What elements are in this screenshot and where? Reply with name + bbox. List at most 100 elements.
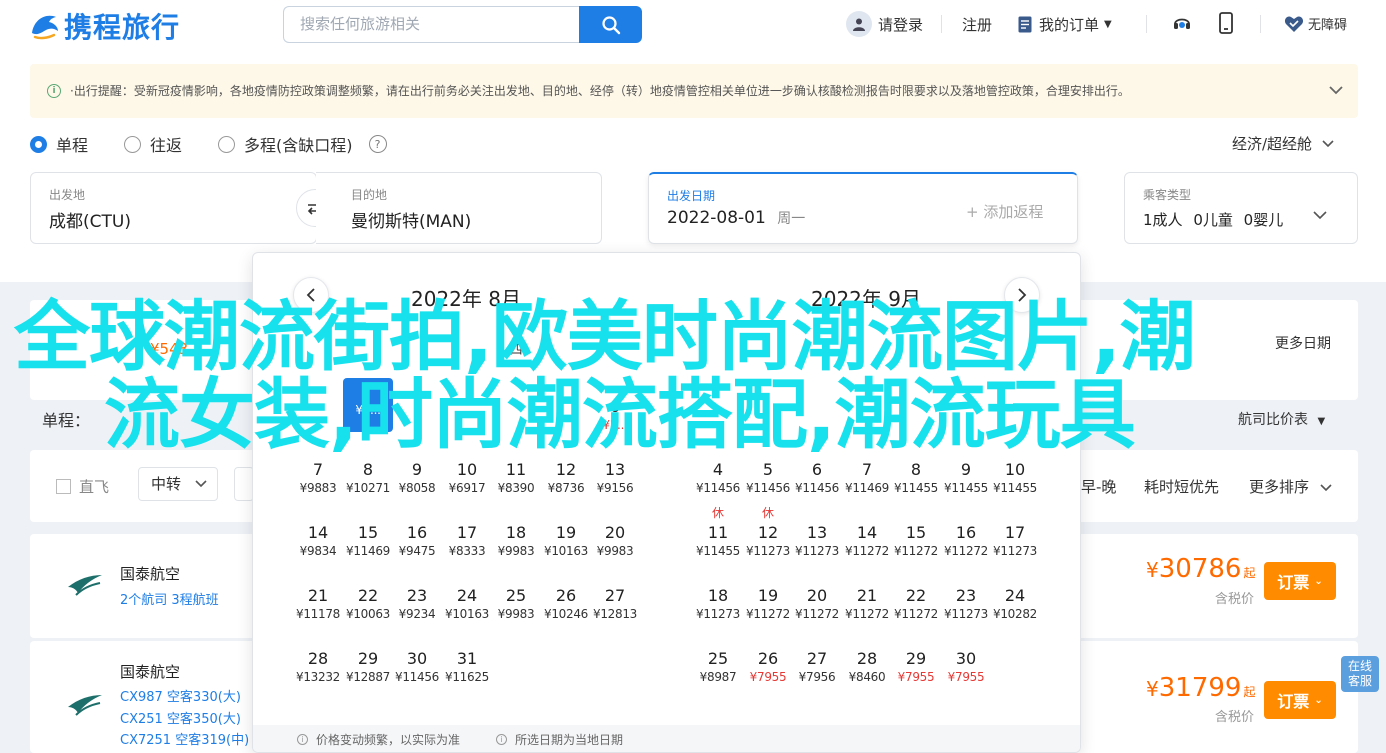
- calendar-day[interactable]: 22 ¥10063: [343, 586, 393, 621]
- day-number: 25: [505, 586, 527, 605]
- login-link[interactable]: 请登录: [846, 11, 923, 37]
- calendar-day[interactable]: 22 ¥11272: [891, 586, 941, 621]
- calendar-day[interactable]: 14 ¥9834: [293, 523, 343, 558]
- calendar-day[interactable]: 28 ¥8460: [842, 649, 892, 684]
- calendar-day[interactable]: 18 ¥11273: [693, 586, 743, 621]
- calendar-day[interactable]: 17 ¥8333: [442, 523, 492, 558]
- calendar-day[interactable]: 26 ¥7955: [743, 649, 793, 684]
- filter-select-partial[interactable]: [234, 467, 254, 501]
- field-label: 乘客类型: [1143, 188, 1192, 202]
- calendar-day[interactable]: 8 ¥11455: [891, 460, 941, 495]
- sort-shortest-duration[interactable]: 耗时短优先: [1144, 476, 1219, 497]
- calendar-day[interactable]: 8 ¥10271: [343, 460, 393, 495]
- calendar-day[interactable]: 13 ¥9156: [590, 460, 640, 495]
- chevron-down-icon: [1320, 484, 1332, 492]
- calendar-day[interactable]: 30 ¥11456: [392, 649, 442, 684]
- calendar-day[interactable]: 19 ¥11272: [743, 586, 793, 621]
- calendar-day[interactable]: 15 ¥11469: [343, 523, 393, 558]
- calendar-day[interactable]: 20 ¥11272: [792, 586, 842, 621]
- passenger-type-field[interactable]: 乘客类型 1成人 0儿童 0婴儿: [1124, 172, 1358, 244]
- calendar-day[interactable]: 21 ¥11178: [293, 586, 343, 621]
- calendar-day[interactable]: 休 11 ¥11455: [693, 506, 743, 558]
- calendar-day[interactable]: 13 ¥11273: [792, 523, 842, 558]
- search-input[interactable]: 搜索任何旅游相关: [283, 6, 580, 43]
- calendar-day[interactable]: 27 ¥12813: [590, 586, 640, 621]
- calendar-day[interactable]: 19 ¥10163: [541, 523, 591, 558]
- calendar-day[interactable]: 6 ¥11456: [792, 460, 842, 495]
- my-orders-menu[interactable]: 我的订单 ▼: [1018, 14, 1112, 35]
- calendar-day[interactable]: 28 ¥13232: [293, 649, 343, 684]
- book-button[interactable]: 订票 ⌄: [1264, 562, 1336, 600]
- trip-type-oneway[interactable]: 单程: [30, 132, 88, 156]
- calendar-day[interactable]: 18 ¥9983: [491, 523, 541, 558]
- price-value: 30786: [1158, 554, 1242, 584]
- calendar-day[interactable]: 17 ¥11273: [990, 523, 1040, 558]
- chevron-down-icon[interactable]: [1328, 82, 1344, 98]
- calendar-day[interactable]: 7 ¥11469: [842, 460, 892, 495]
- flight-leg[interactable]: CX251 空客350(大): [120, 708, 241, 727]
- calendar-day[interactable]: 10 ¥11455: [990, 460, 1040, 495]
- dolphin-logo-icon: [32, 15, 58, 40]
- calendar-day[interactable]: 21 ¥11272: [842, 586, 892, 621]
- calendar-day[interactable]: 24 ¥10282: [990, 586, 1040, 621]
- calendar-day[interactable]: 20 ¥9983: [590, 523, 640, 558]
- flight-leg[interactable]: CX987 空客330(大): [120, 686, 241, 705]
- calendar-day[interactable]: 9 ¥11455: [941, 460, 991, 495]
- add-return-button[interactable]: + 添加返程: [966, 201, 1043, 222]
- search-button[interactable]: [579, 6, 642, 43]
- book-button[interactable]: 订票 ⌄: [1264, 681, 1336, 719]
- calendar-day[interactable]: 5 ¥11456: [743, 460, 793, 495]
- header-divider: [1146, 15, 1147, 33]
- sort-morning-evening[interactable]: 早-晚: [1081, 476, 1116, 497]
- calendar-day[interactable]: 29 ¥12887: [343, 649, 393, 684]
- airline-summary-link[interactable]: 2个航司 3程航班: [120, 589, 219, 608]
- calendar-day[interactable]: 16 ¥9475: [392, 523, 442, 558]
- calendar-day[interactable]: 16 ¥11272: [941, 523, 991, 558]
- field-label: 出发地: [49, 188, 86, 202]
- calendar-day[interactable]: 15 ¥11272: [891, 523, 941, 558]
- calendar-day[interactable]: 14 ¥11272: [842, 523, 892, 558]
- airline-name: 国泰航空: [120, 565, 181, 583]
- calendar-day[interactable]: 29 ¥7955: [891, 649, 941, 684]
- ctrip-logo[interactable]: 携程旅行: [28, 6, 180, 46]
- calendar-day[interactable]: 23 ¥9234: [392, 586, 442, 621]
- day-price: ¥9983: [497, 544, 535, 558]
- calendar-day[interactable]: 27 ¥7956: [792, 649, 842, 684]
- cabin-class-select[interactable]: 经济/超经舱: [1232, 133, 1334, 154]
- calendar-day[interactable]: 30 ¥7955: [941, 649, 991, 684]
- day-number: 10: [1004, 460, 1026, 479]
- mobile-app-icon[interactable]: [1213, 10, 1239, 36]
- help-icon[interactable]: ?: [368, 135, 387, 153]
- customer-service-icon[interactable]: [1169, 10, 1195, 36]
- calendar-day[interactable]: 休 12 ¥11273: [743, 506, 793, 558]
- calendar-day[interactable]: 10 ¥6917: [442, 460, 492, 495]
- calendar-day[interactable]: 4 ¥11456: [693, 460, 743, 495]
- flight-leg[interactable]: CX7251 空客319(中): [120, 729, 249, 748]
- departure-date-field[interactable]: 出发日期 2022-08-01 周一 + 添加返程: [648, 172, 1078, 244]
- day-price: ¥9156: [596, 481, 634, 495]
- calendar-day[interactable]: 25 ¥9983: [491, 586, 541, 621]
- direct-only-checkbox[interactable]: 直飞: [56, 476, 109, 497]
- trip-type-multicity[interactable]: 多程(含缺口程): [218, 132, 353, 156]
- calendar-day[interactable]: 9 ¥8058: [392, 460, 442, 495]
- more-sort-select[interactable]: 更多排序: [1249, 476, 1332, 497]
- departure-city-field[interactable]: 出发地 成都(CTU): [30, 172, 317, 244]
- calendar-day[interactable]: 25 ¥8987: [693, 649, 743, 684]
- day-number: 16: [406, 523, 428, 542]
- trip-type-roundtrip[interactable]: 往返: [124, 132, 182, 156]
- flight-price: ¥31799 起: [1146, 673, 1255, 703]
- overlay-headline: 全球潮流街拍,欧美时尚潮流图片,潮 流女装,时尚潮流搭配,潮流玩具: [14, 298, 1314, 454]
- calendar-day[interactable]: 24 ¥10163: [442, 586, 492, 621]
- calendar-day[interactable]: 12 ¥8736: [541, 460, 591, 495]
- register-link[interactable]: 注册: [962, 14, 992, 35]
- transfer-filter-select[interactable]: 中转: [138, 467, 218, 501]
- calendar-day[interactable]: 23 ¥11273: [941, 586, 991, 621]
- footer-note: i 所选日期为当地日期: [496, 731, 623, 748]
- calendar-day[interactable]: 31 ¥11625: [442, 649, 492, 684]
- calendar-day[interactable]: 7 ¥9883: [293, 460, 343, 495]
- calendar-day[interactable]: 11 ¥8390: [491, 460, 541, 495]
- calendar-day[interactable]: 26 ¥10246: [541, 586, 591, 621]
- destination-city-field[interactable]: 目的地 曼彻斯特(MAN): [316, 172, 602, 244]
- accessibility-link[interactable]: 无障碍: [1284, 14, 1347, 33]
- online-service-button[interactable]: 在线 客服: [1341, 656, 1379, 692]
